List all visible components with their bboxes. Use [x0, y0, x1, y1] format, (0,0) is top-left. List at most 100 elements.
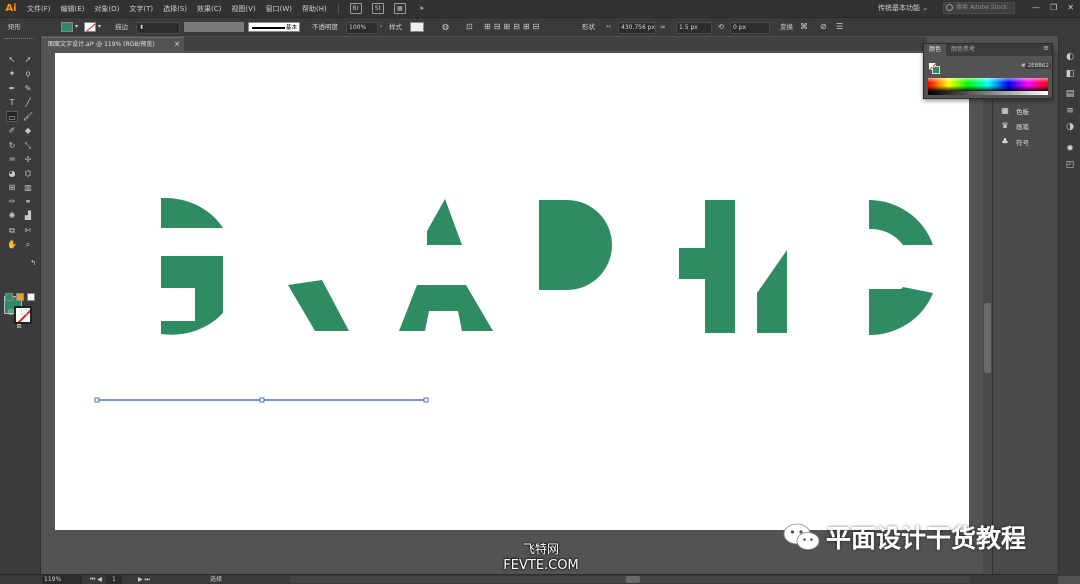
- slice-tool-icon[interactable]: ✄: [22, 225, 34, 236]
- prev-artboard-icon[interactable]: ⏮ ◀: [90, 575, 102, 584]
- menu-type[interactable]: 文字(T): [124, 4, 158, 14]
- selection-tool-icon[interactable]: ↖: [6, 54, 18, 65]
- black-white-ramp[interactable]: [928, 91, 1048, 95]
- graphic-style-swatch[interactable]: [410, 22, 424, 32]
- direct-selection-tool-icon[interactable]: ➚: [22, 54, 34, 65]
- vertical-scrollbar[interactable]: [983, 53, 992, 573]
- vertical-scroll-thumb[interactable]: [984, 303, 991, 373]
- panel-menu-icon[interactable]: ☰: [836, 21, 843, 33]
- artboard-number-field[interactable]: 1: [106, 575, 122, 584]
- height-field[interactable]: 1.5 px: [676, 22, 712, 34]
- stroke-weight-field[interactable]: ⬍: [136, 22, 180, 34]
- panel-symbols[interactable]: ♣ 符号: [1001, 136, 1029, 148]
- stock-icon[interactable]: St: [371, 3, 384, 14]
- align-icon[interactable]: ⊡: [466, 21, 473, 33]
- menu-help[interactable]: 帮助(H): [297, 4, 332, 14]
- panel-menu-icon[interactable]: ≡: [1043, 44, 1049, 52]
- hex-field[interactable]: 2E8B62: [1025, 63, 1051, 69]
- symbol-sprayer-icon[interactable]: ✺: [6, 210, 18, 221]
- blend-tool-icon[interactable]: ⚭: [22, 196, 34, 207]
- width-field[interactable]: 430.756 px: [618, 22, 656, 34]
- align-panel-icon[interactable]: ▤: [1065, 89, 1075, 99]
- artboard[interactable]: [55, 53, 969, 530]
- menu-select[interactable]: 选择(S): [158, 4, 192, 14]
- stroke-style-dropdown[interactable]: 基本: [248, 22, 300, 32]
- line-tool-icon[interactable]: ╱: [22, 97, 34, 108]
- color-spectrum[interactable]: [928, 78, 1048, 91]
- shape-label[interactable]: 形状: [582, 21, 595, 33]
- paintbrush-icon[interactable]: 🖌: [22, 111, 34, 122]
- next-artboard-icon[interactable]: ▶ ⏭: [138, 575, 150, 584]
- draw-behind-icon[interactable]: ◫: [18, 306, 30, 317]
- mesh-tool-icon[interactable]: ⊞: [6, 182, 18, 193]
- opacity-field[interactable]: 100%: [346, 22, 378, 34]
- transparency-icon[interactable]: ◰: [1065, 160, 1075, 170]
- panel-brushes[interactable]: ♛ 画笔: [1001, 120, 1029, 132]
- menu-file[interactable]: 文件(F): [22, 4, 56, 14]
- warp-tool-icon[interactable]: ♒: [6, 154, 18, 165]
- pathfinder-icon[interactable]: ✹: [1065, 144, 1075, 154]
- panel-swatches[interactable]: ▦ 色板: [1001, 105, 1029, 117]
- document-tab[interactable]: 图案文字设计.ai* @ 119% (RGB/预览) ×: [41, 37, 184, 51]
- shape-builder-icon[interactable]: ◕: [6, 168, 18, 179]
- perspective-grid-icon[interactable]: ⌬: [22, 168, 34, 179]
- maximize-button[interactable]: ❐: [1050, 3, 1057, 12]
- appearance-icon[interactable]: ◑: [1065, 122, 1075, 132]
- artboard-tool-icon[interactable]: ⧉: [6, 225, 18, 236]
- gradient-mode-icon[interactable]: [16, 293, 24, 301]
- type-tool-icon[interactable]: T: [6, 97, 18, 108]
- transform-icon[interactable]: ⌘: [800, 21, 808, 33]
- menu-view[interactable]: 视图(V): [226, 4, 260, 14]
- eyedropper-icon[interactable]: ✑: [6, 196, 18, 207]
- opacity-label[interactable]: 不透明度: [312, 21, 338, 33]
- link-proportions-icon[interactable]: ∞: [660, 21, 666, 33]
- stroke-swatch[interactable]: [84, 22, 96, 32]
- minimize-button[interactable]: —: [1032, 3, 1040, 12]
- draw-mode-icon[interactable]: ◎: [5, 306, 17, 317]
- gpu-performance-icon[interactable]: ➤: [416, 3, 428, 14]
- magic-wand-icon[interactable]: ✦: [6, 68, 18, 79]
- stroke-label[interactable]: 描边: [115, 21, 128, 33]
- menu-effect[interactable]: 效果(C): [192, 4, 226, 14]
- swap-fill-stroke-icon[interactable]: ↰: [27, 258, 39, 269]
- workspace-switcher[interactable]: 传统基本功能 ⌄: [878, 3, 928, 13]
- rectangle-tool-icon[interactable]: ▭: [6, 111, 18, 122]
- horizontal-scrollbar[interactable]: [290, 576, 970, 583]
- bridge-icon[interactable]: Br: [349, 3, 362, 14]
- stock-search-input[interactable]: 搜索 Adobe Stock: [943, 2, 1015, 14]
- align-buttons-icon[interactable]: ⊞⊟⊞⊟⊞⊟: [484, 21, 542, 33]
- column-graph-icon[interactable]: ▟: [22, 210, 34, 221]
- color-panel-icon[interactable]: ◐: [1065, 52, 1075, 62]
- shaper-tool-icon[interactable]: ✐: [6, 125, 18, 136]
- fill-swatch[interactable]: [61, 22, 73, 32]
- selected-path[interactable]: [55, 53, 969, 530]
- fill-dropdown-icon[interactable]: ▾: [75, 21, 78, 33]
- menu-window[interactable]: 窗口(W): [261, 4, 297, 14]
- zoom-field[interactable]: 119%: [42, 575, 82, 584]
- variable-width-profile[interactable]: [184, 22, 244, 32]
- screen-mode-icon[interactable]: ⧈: [13, 320, 25, 331]
- recolor-artwork-icon[interactable]: ◍: [442, 21, 449, 33]
- horizontal-scroll-thumb[interactable]: [626, 576, 640, 583]
- close-tab-icon[interactable]: ×: [174, 38, 180, 51]
- rotation-field[interactable]: 0 px: [730, 22, 770, 34]
- tab-color-guide[interactable]: 颜色参考: [946, 44, 980, 56]
- scale-tool-icon[interactable]: ⤡: [22, 140, 34, 151]
- none-mode-icon[interactable]: [27, 293, 35, 301]
- close-button[interactable]: ✕: [1067, 3, 1074, 12]
- transform-label[interactable]: 变换: [780, 21, 793, 33]
- curvature-tool-icon[interactable]: ✎: [22, 83, 34, 94]
- isolate-icon[interactable]: ⊘: [820, 21, 827, 33]
- menu-edit[interactable]: 编辑(E): [56, 4, 90, 14]
- stroke-panel-icon[interactable]: ≡: [1065, 106, 1075, 116]
- pen-tool-icon[interactable]: ✒: [6, 83, 18, 94]
- color-mode-icon[interactable]: [5, 293, 13, 301]
- gradient-tool-icon[interactable]: ▥: [22, 182, 34, 193]
- menu-object[interactable]: 对象(O): [89, 4, 124, 14]
- eraser-icon[interactable]: ◆: [22, 125, 34, 136]
- layers-icon[interactable]: ◧: [1065, 69, 1075, 79]
- arrange-documents-icon[interactable]: ▦: [393, 3, 406, 14]
- stroke-dropdown-icon[interactable]: ▾: [98, 21, 101, 33]
- zoom-tool-icon[interactable]: ⌕: [22, 239, 34, 250]
- lasso-icon[interactable]: ϙ: [22, 68, 34, 79]
